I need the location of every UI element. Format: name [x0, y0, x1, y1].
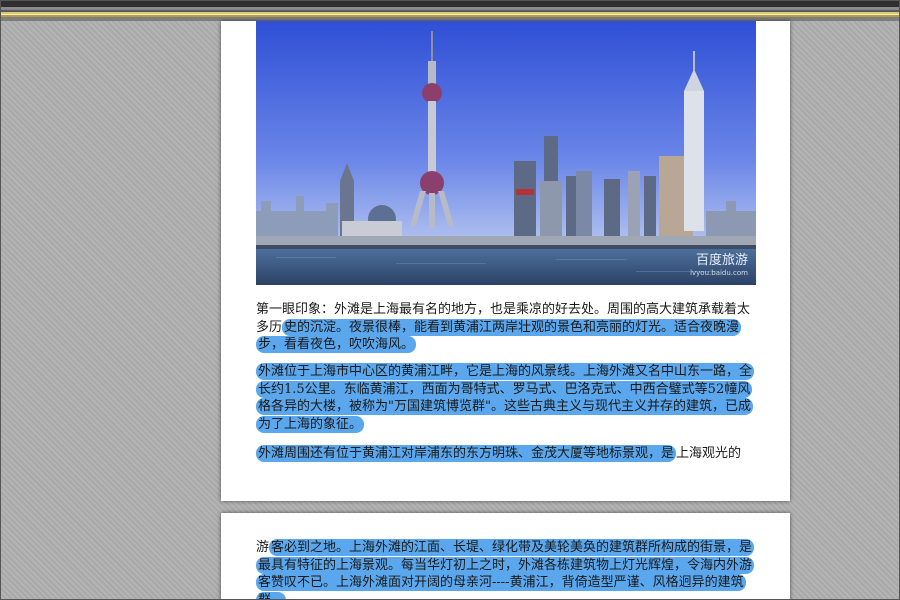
document-viewer: 百度旅游 lvyou.baidu.com 第一眼印象：外滩是上海最有名的地方，也…: [0, 0, 900, 600]
watermark-logo-text: 百度旅游: [695, 253, 748, 268]
paragraph-bund-surroundings: 外滩周围还有位于黄浦江对岸浦东的东方明珠、金茂大厦等地标景观，是 上海观光的: [256, 445, 756, 463]
shanghai-skyline-photo: 百度旅游 lvyou.baidu.com: [256, 21, 756, 285]
skyline-illustration: [256, 21, 756, 285]
text-selection-highlight: 史的沉淀。夜景很棒，能看到黄浦江两岸壮观的景色和亮丽的灯光。适合夜晚漫步，看看夜…: [256, 318, 742, 353]
text-selection-highlight: 外滩周围还有位于黄浦江对岸浦东的东方明珠、金茂大厦等地标景观，是: [256, 445, 677, 462]
text-selection-highlight: 客必到之地。上海外滩的江面、长堤、绿化带及美轮美奂的建筑群所构成的街景，是最具有…: [256, 539, 755, 599]
paragraph-bund-attraction: 游客必到之地。上海外滩的江面、长堤、绿化带及美轮美奂的建筑群所构成的街景，是最具…: [256, 539, 756, 599]
watermark-url: lvyou.baidu.com: [690, 269, 748, 277]
document-page-1: 百度旅游 lvyou.baidu.com 第一眼印象：外滩是上海最有名的地方，也…: [221, 21, 790, 501]
paragraph-bund-location: 外滩位于上海市中心区的黄浦江畔，它是上海的风景线。上海外滩又名中山东一路，全长约…: [256, 363, 756, 433]
paragraph-first-impression: 第一眼印象：外滩是上海最有名的地方，也是乘凉的好去处。周围的高大建筑承载着太多历…: [256, 301, 756, 354]
paragraph-text: 上海观光的: [676, 446, 742, 461]
paragraph-text: 游: [256, 540, 270, 555]
photo-watermark: 百度旅游 lvyou.baidu.com: [690, 253, 748, 279]
viewer-top-bar: [1, 1, 899, 21]
text-selection-highlight: 外滩位于上海市中心区的黄浦江畔，它是上海的风景线。上海外滩又名中山东一路，全长约…: [256, 363, 755, 433]
document-page-2: 游客必到之地。上海外滩的江面、长堤、绿化带及美轮美奂的建筑群所构成的街景，是最具…: [221, 513, 790, 599]
